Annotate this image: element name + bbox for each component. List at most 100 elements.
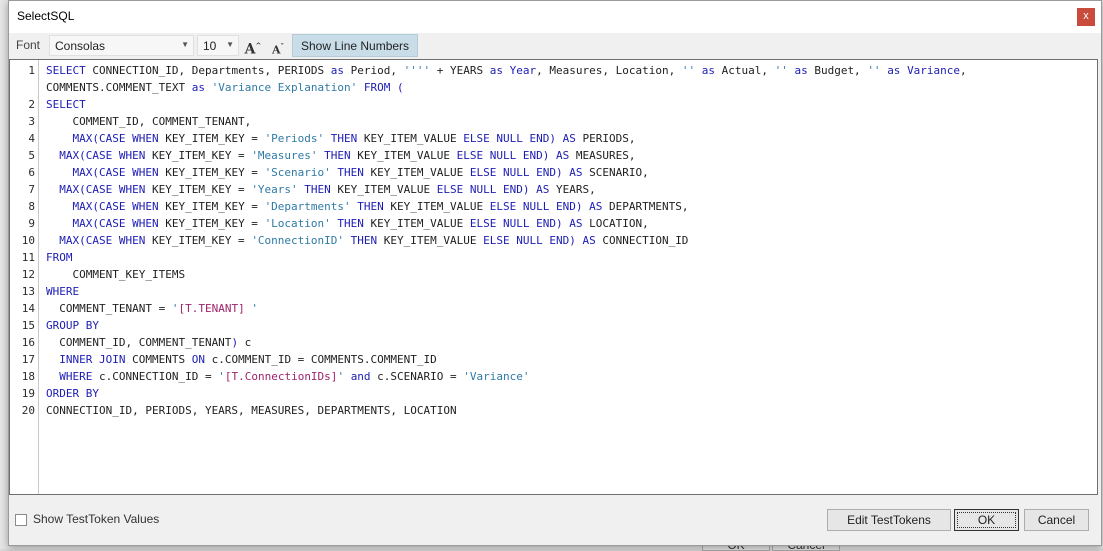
code-token: ON — [191, 353, 205, 366]
code-text: CONNECTION_ID, PERIODS, YEARS, MEASURES,… — [46, 402, 457, 419]
code-token: WHERE — [46, 285, 80, 298]
code-line[interactable]: 8 MAX(CASE WHEN KEY_ITEM_KEY = 'Departme… — [10, 198, 1097, 215]
sql-editor[interactable]: 1 SELECT CONNECTION_ID, Departments, PERI… — [9, 59, 1098, 495]
code-token: SCENARIO, — [582, 166, 649, 179]
line-number: 1 — [28, 64, 35, 77]
code-token: as — [701, 64, 715, 77]
line-number: 2 — [28, 98, 35, 111]
code-line[interactable]: 19 ORDER BY — [10, 385, 1097, 402]
code-text: COMMENTS.COMMENT_TEXT as 'Variance Expla… — [46, 79, 404, 96]
code-token: 'ConnectionID' — [251, 234, 345, 247]
show-line-numbers-button[interactable]: Show Line Numbers — [292, 34, 419, 57]
font-size-select[interactable]: 10 ▼ — [197, 35, 239, 56]
grow-font-icon: A — [244, 41, 256, 58]
code-area[interactable]: 1 SELECT CONNECTION_ID, Departments, PERI… — [10, 62, 1097, 419]
code-token: CONNECTION_ID, Departments, PERIODS — [85, 64, 331, 77]
code-line[interactable]: 13 WHERE — [10, 283, 1097, 300]
code-line[interactable]: 5 MAX(CASE WHEN KEY_ITEM_KEY = 'Measures… — [10, 147, 1097, 164]
code-line[interactable]: 6 MAX(CASE WHEN KEY_ITEM_KEY = 'Scenario… — [10, 164, 1097, 181]
code-token: 'Years' — [251, 183, 298, 196]
show-testtoken-checkbox[interactable] — [15, 514, 27, 526]
code-token: COMMENT_KEY_ITEMS — [46, 268, 186, 281]
code-text: COMMENT_ID, COMMENT_TENANT) c — [46, 334, 251, 351]
code-token: c.SCENARIO = — [370, 370, 464, 383]
code-token: KEY_ITEM_VALUE — [383, 200, 490, 213]
code-token: KEY_ITEM_VALUE — [363, 217, 470, 230]
code-line[interactable]: 18 WHERE c.CONNECTION_ID = '[T.Connectio… — [10, 368, 1097, 385]
code-token: Period, — [344, 64, 404, 77]
code-token: ( — [397, 81, 404, 94]
code-token: KEY_ITEM_KEY = — [145, 183, 252, 196]
ok-button[interactable]: OK — [954, 509, 1019, 531]
code-token: Year — [509, 64, 537, 77]
close-button[interactable]: x — [1077, 8, 1095, 26]
code-token: 'Variance' — [463, 370, 530, 383]
code-line[interactable]: 3 COMMENT_ID, COMMENT_TENANT, — [10, 113, 1097, 130]
code-token: Actual, — [714, 64, 775, 77]
code-token: CONNECTION_ID — [595, 234, 689, 247]
code-token: c.CONNECTION_ID = — [92, 370, 219, 383]
code-line[interactable]: 11 FROM — [10, 249, 1097, 266]
code-token: FROM — [363, 81, 391, 94]
code-line[interactable]: 10 MAX(CASE WHEN KEY_ITEM_KEY = 'Connect… — [10, 232, 1097, 249]
code-line[interactable]: 16 COMMENT_ID, COMMENT_TENANT) c — [10, 334, 1097, 351]
line-number: 20 — [21, 404, 35, 417]
cancel-button[interactable]: Cancel — [1024, 509, 1089, 531]
code-token: LOCATION, — [582, 217, 649, 230]
code-line[interactable]: 4 MAX(CASE WHEN KEY_ITEM_KEY = 'Periods'… — [10, 130, 1097, 147]
code-token: COMMENTS — [125, 353, 192, 366]
code-line[interactable]: COMMENTS.COMMENT_TEXT as 'Variance Expla… — [10, 79, 1097, 96]
line-number: 16 — [21, 336, 35, 349]
code-token: ELSE NULL END) — [436, 183, 530, 196]
code-token: KEY_ITEM_KEY = — [158, 200, 265, 213]
code-token: + YEARS — [430, 64, 490, 77]
code-token: ' — [244, 302, 258, 315]
code-token: AS — [569, 166, 583, 179]
show-testtoken-label[interactable]: Show TestToken Values — [33, 512, 159, 526]
code-text: GROUP BY — [46, 317, 99, 334]
code-line[interactable]: 12 COMMENT_KEY_ITEMS — [10, 266, 1097, 283]
code-line[interactable]: 1 SELECT CONNECTION_ID, Departments, PERI… — [10, 62, 1097, 79]
code-text: MAX(CASE WHEN KEY_ITEM_KEY = 'Years' THE… — [46, 181, 595, 198]
code-line[interactable]: 15 GROUP BY — [10, 317, 1097, 334]
code-token: ELSE NULL END) — [483, 234, 576, 247]
code-token: ELSE NULL END) — [489, 200, 583, 213]
chevron-down-icon: ▼ — [181, 40, 189, 49]
code-token: THEN — [350, 234, 378, 247]
code-line[interactable]: 17 INNER JOIN COMMENTS ON c.COMMENT_ID =… — [10, 351, 1097, 368]
code-text: MAX(CASE WHEN KEY_ITEM_KEY = 'Location' … — [46, 215, 649, 232]
code-line[interactable]: 7 MAX(CASE WHEN KEY_ITEM_KEY = 'Years' T… — [10, 181, 1097, 198]
dialog-title: SelectSQL — [17, 9, 75, 23]
code-token: AS — [562, 132, 576, 145]
code-token: as — [330, 64, 345, 77]
code-line[interactable]: 2 SELECT — [10, 96, 1097, 113]
edit-testtokens-button[interactable]: Edit TestTokens — [827, 509, 951, 531]
shrink-font-button[interactable]: Aˇ — [267, 35, 289, 57]
font-label: Font — [16, 38, 41, 52]
code-token: KEY_ITEM_KEY = — [158, 132, 265, 145]
line-number: 4 — [28, 132, 35, 145]
grow-font-button[interactable]: A^ — [242, 35, 264, 58]
code-line[interactable]: 20 CONNECTION_ID, PERIODS, YEARS, MEASURE… — [10, 402, 1097, 419]
dialog-footer: Show TestToken Values Edit TestTokens OK… — [9, 495, 1101, 545]
code-line[interactable]: 14 COMMENT_TENANT = '[T.TENANT] ' — [10, 300, 1097, 317]
line-number: 6 — [28, 166, 35, 179]
code-token: [T.TENANT] — [178, 302, 245, 315]
line-number: 5 — [28, 149, 35, 162]
font-family-select[interactable]: Consolas ▼ — [49, 35, 194, 56]
code-token: AS — [582, 234, 596, 247]
code-line[interactable]: 9 MAX(CASE WHEN KEY_ITEM_KEY = 'Location… — [10, 215, 1097, 232]
title-bar[interactable]: SelectSQL x — [9, 1, 1101, 33]
line-number: 11 — [21, 251, 35, 264]
